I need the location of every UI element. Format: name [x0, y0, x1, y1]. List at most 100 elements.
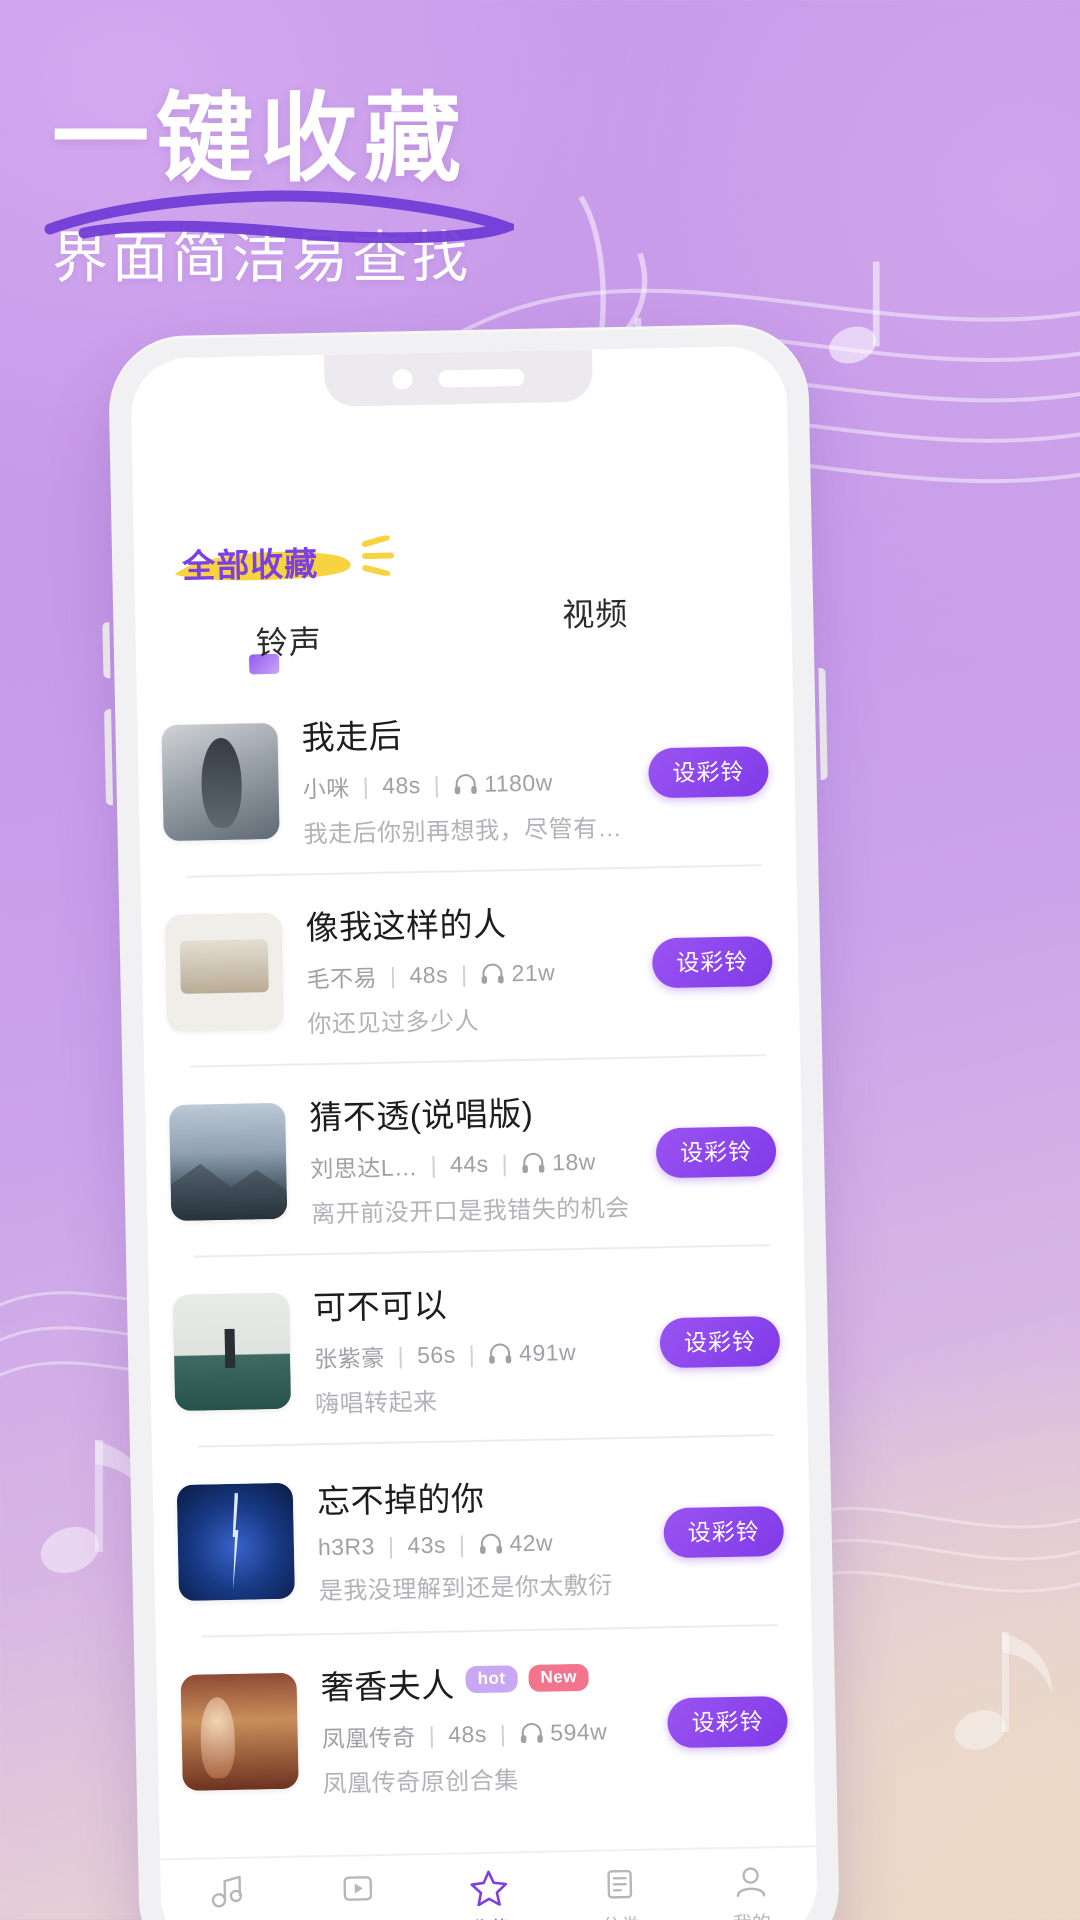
song-subinfo: 凤凰传奇 | 48s | 594w [321, 1713, 660, 1754]
song-duration: 56s [416, 1340, 456, 1368]
song-artist: h3R3 [317, 1532, 376, 1560]
song-duration: 44s [449, 1150, 489, 1177]
table-row[interactable]: 像我这样的人 毛不易 | 48s | 21w 你还见过多少人 设彩铃 [140, 865, 800, 1068]
star-icon [470, 1870, 508, 1907]
song-description: 凤凰传奇原创合集 [322, 1767, 519, 1799]
phone-power-button [818, 667, 828, 780]
song-title: 我走后 [301, 705, 640, 760]
nav-item-favorites[interactable]: 收藏 [423, 1867, 556, 1920]
divider: | [468, 1340, 476, 1367]
divider: | [433, 771, 441, 798]
table-row[interactable]: 奢香夫人 hot New 凤凰传奇 | 48s | 594w 凤凰传奇原创合集 … [156, 1625, 816, 1828]
table-row[interactable]: 忘不掉的你 h3R3 | 43s | 42w 是我没理解到还是你太敷衍 设彩铃 [152, 1435, 812, 1638]
song-plays: 491w [518, 1338, 577, 1366]
nav-item-category[interactable]: 分类 [554, 1864, 687, 1920]
song-duration: 48s [447, 1720, 488, 1748]
headphone-icon [478, 1533, 502, 1555]
song-artist: 毛不易 [306, 964, 378, 993]
tab-ringtone[interactable]: 铃声 [255, 617, 322, 664]
badge-new: New [528, 1663, 590, 1692]
headphone-icon [480, 962, 504, 984]
song-meta: 我走后 小咪 | 48s | 1180w 我走后你别再想我，尽管有太多的不… [301, 704, 650, 849]
set-ringtone-button[interactable]: 设彩铃 [655, 1125, 777, 1179]
album-cover [161, 722, 280, 842]
earpiece-speaker [438, 368, 525, 388]
album-cover [176, 1482, 295, 1602]
set-ringtone-button[interactable]: 设彩铃 [663, 1505, 785, 1559]
ringtone-icon [211, 1875, 242, 1908]
song-title: 忘不掉的你 [316, 1468, 655, 1523]
nav-item-profile[interactable]: 我的 [685, 1861, 818, 1920]
song-title-text: 像我这样的人 [305, 905, 507, 947]
nav-item-video[interactable]: 视频 [292, 1869, 425, 1920]
divider: | [428, 1721, 436, 1748]
nav-label: 收藏 [424, 1913, 556, 1920]
song-title: 像我这样的人 [305, 895, 644, 950]
song-artist: 刘思达L… [310, 1154, 418, 1183]
nav-label: 我的 [686, 1907, 818, 1920]
divider: | [430, 1151, 438, 1178]
song-plays: 594w [549, 1717, 608, 1746]
song-subinfo: h3R3 | 43s | 42w [318, 1527, 656, 1561]
divider: | [362, 772, 370, 799]
favorites-list[interactable]: 我走后 小咪 | 48s | 1180w 我走后你别再想我，尽管有太多的不… 设… [137, 676, 816, 1859]
tab-video[interactable]: 视频 [562, 589, 629, 636]
song-duration: 43s [407, 1531, 447, 1558]
divider: | [499, 1719, 507, 1747]
divider: | [389, 962, 397, 989]
divider: | [460, 960, 468, 987]
song-artist: 张紫豪 [313, 1344, 385, 1373]
song-plays: 18w [551, 1148, 597, 1175]
song-plays: 1180w [483, 768, 554, 797]
promo-header: 一键收藏 界面简洁易查找 [44, 84, 652, 294]
song-title: 猜不透(说唱版) [309, 1085, 648, 1140]
page-title: 全部收藏 [175, 535, 395, 588]
headphone-icon [453, 773, 477, 795]
song-meta: 忘不掉的你 h3R3 | 43s | 42w 是我没理解到还是你太敷衍 [316, 1468, 665, 1606]
divider: | [501, 1149, 509, 1176]
song-title-text: 可不可以 [312, 1286, 448, 1327]
song-description: 嗨唱转起来 [314, 1388, 438, 1419]
nav-label: 分类 [555, 1910, 687, 1920]
set-ringtone-button[interactable]: 设彩铃 [659, 1315, 781, 1369]
song-artist: 凤凰传奇 [321, 1724, 417, 1753]
song-duration: 48s [381, 771, 421, 799]
song-description: 离开前没开口是我错失的机会 [310, 1194, 630, 1229]
song-meta: 奢香夫人 hot New 凤凰传奇 | 48s | 594w 凤凰传奇原创合集 [320, 1654, 669, 1799]
table-row[interactable]: 可不可以 张紫豪 | 56s | 491w 嗨唱转起来 设彩铃 [148, 1245, 808, 1448]
headphone-icon [488, 1342, 512, 1364]
song-subinfo: 毛不易 | 48s | 21w [306, 954, 645, 995]
page-title-label: 全部收藏 [181, 545, 319, 585]
song-description: 是我没理解到还是你太敷衍 [318, 1571, 614, 1605]
promo-headline: 一键收藏 [52, 84, 468, 193]
front-camera-icon [392, 369, 413, 390]
divider: | [458, 1530, 466, 1557]
song-plays: 42w [509, 1528, 554, 1556]
divider: | [387, 1532, 395, 1559]
list-icon [607, 1869, 633, 1899]
headphone-icon [521, 1152, 545, 1174]
nav-item-ringtone[interactable]: 铃声 [160, 1872, 293, 1920]
phone-mockup: 全部收藏 铃声 视频 我走后 小咪 | 48s | 1180w 我走后你别再想我… [107, 323, 841, 1920]
song-subinfo: 小咪 | 48s | 1180w [302, 764, 641, 805]
song-subinfo: 张紫豪 | 56s | 491w [314, 1333, 653, 1374]
video-icon [343, 1876, 372, 1901]
sparkle-icon [361, 535, 395, 577]
album-cover [172, 1292, 292, 1412]
album-cover [180, 1672, 299, 1791]
set-ringtone-button[interactable]: 设彩铃 [667, 1695, 789, 1749]
song-description: 我走后你别再想我，尽管有太多的不… [303, 812, 642, 849]
phone-screen: 全部收藏 铃声 视频 我走后 小咪 | 48s | 1180w 我走后你别再想我… [130, 345, 818, 1920]
song-meta: 猜不透(说唱版) 刘思达L… | 44s | 18w 离开前没开口是我错失的机会 [309, 1084, 658, 1229]
set-ringtone-button[interactable]: 设彩铃 [647, 746, 769, 799]
divider: | [397, 1341, 405, 1369]
nav-label: 视频 [293, 1915, 425, 1920]
phone-notch [324, 349, 594, 407]
song-title-text: 猜不透(说唱版) [308, 1094, 534, 1137]
table-row[interactable]: 我走后 小咪 | 48s | 1180w 我走后你别再想我，尽管有太多的不… 设… [137, 676, 797, 879]
table-row[interactable]: 猜不透(说唱版) 刘思达L… | 44s | 18w 离开前没开口是我错失的机会… [144, 1055, 804, 1258]
song-artist: 小咪 [302, 775, 350, 803]
song-title-text: 忘不掉的你 [316, 1479, 485, 1520]
song-subinfo: 刘思达L… | 44s | 18w [310, 1144, 649, 1185]
set-ringtone-button[interactable]: 设彩铃 [651, 935, 773, 989]
